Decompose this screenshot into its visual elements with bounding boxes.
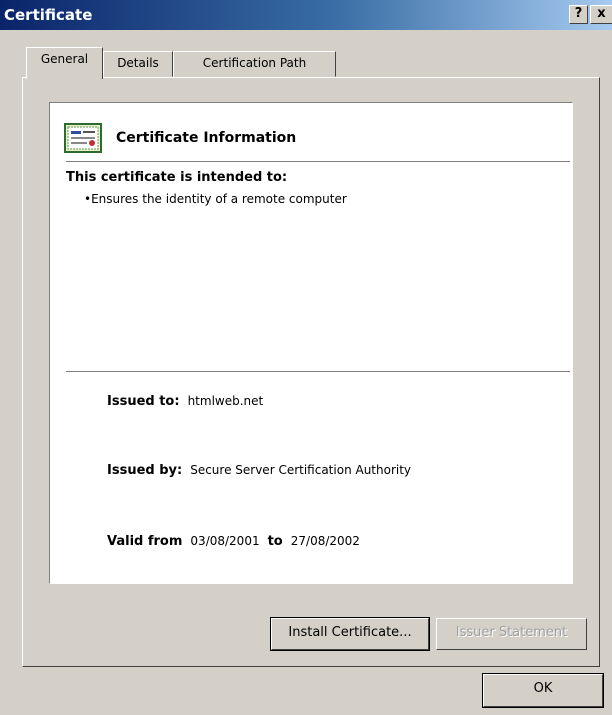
- tab-general[interactable]: General: [26, 47, 103, 79]
- intended-purpose-label: This certificate is intended to:: [66, 170, 288, 185]
- issued-to-value: htmlweb.net: [187, 394, 264, 408]
- certificate-info-box: Certificate Information This certificate…: [49, 102, 573, 584]
- validity-row: Valid from 03/08/2001 to 27/08/2002: [107, 534, 360, 549]
- tab-certification-path[interactable]: Certification Path: [173, 51, 336, 77]
- valid-to-label: to: [267, 534, 283, 549]
- certificate-icon: [64, 123, 102, 153]
- issued-to-row: Issued to: htmlweb.net: [107, 394, 263, 409]
- certificate-info-heading: Certificate Information: [116, 130, 297, 146]
- divider: [66, 161, 570, 163]
- general-tab-panel: Certificate Information This certificate…: [22, 77, 600, 667]
- install-certificate-button[interactable]: Install Certificate...: [270, 617, 430, 651]
- purpose-item: •Ensures the identity of a remote comput…: [84, 192, 347, 206]
- valid-from-value: 03/08/2001: [190, 534, 260, 548]
- issued-by-label: Issued by:: [107, 463, 183, 478]
- title-bar[interactable]: Certificate ? x: [0, 0, 612, 30]
- valid-to-value: 27/08/2002: [290, 534, 360, 548]
- issued-by-row: Issued by: Secure Server Certification Au…: [107, 463, 411, 478]
- divider: [66, 371, 570, 373]
- valid-from-label: Valid from: [107, 534, 183, 549]
- issued-to-label: Issued to:: [107, 394, 180, 409]
- certificate-dialog: Certificate ? x General Details Certific…: [0, 0, 612, 715]
- issuer-statement-button[interactable]: Issuer Statement: [436, 618, 587, 650]
- close-button[interactable]: x: [590, 5, 612, 24]
- issued-by-value: Secure Server Certification Authority: [190, 463, 412, 477]
- window-title: Certificate: [4, 6, 93, 24]
- tab-details[interactable]: Details: [103, 51, 173, 77]
- ok-button[interactable]: OK: [482, 673, 604, 708]
- help-button[interactable]: ?: [569, 5, 588, 24]
